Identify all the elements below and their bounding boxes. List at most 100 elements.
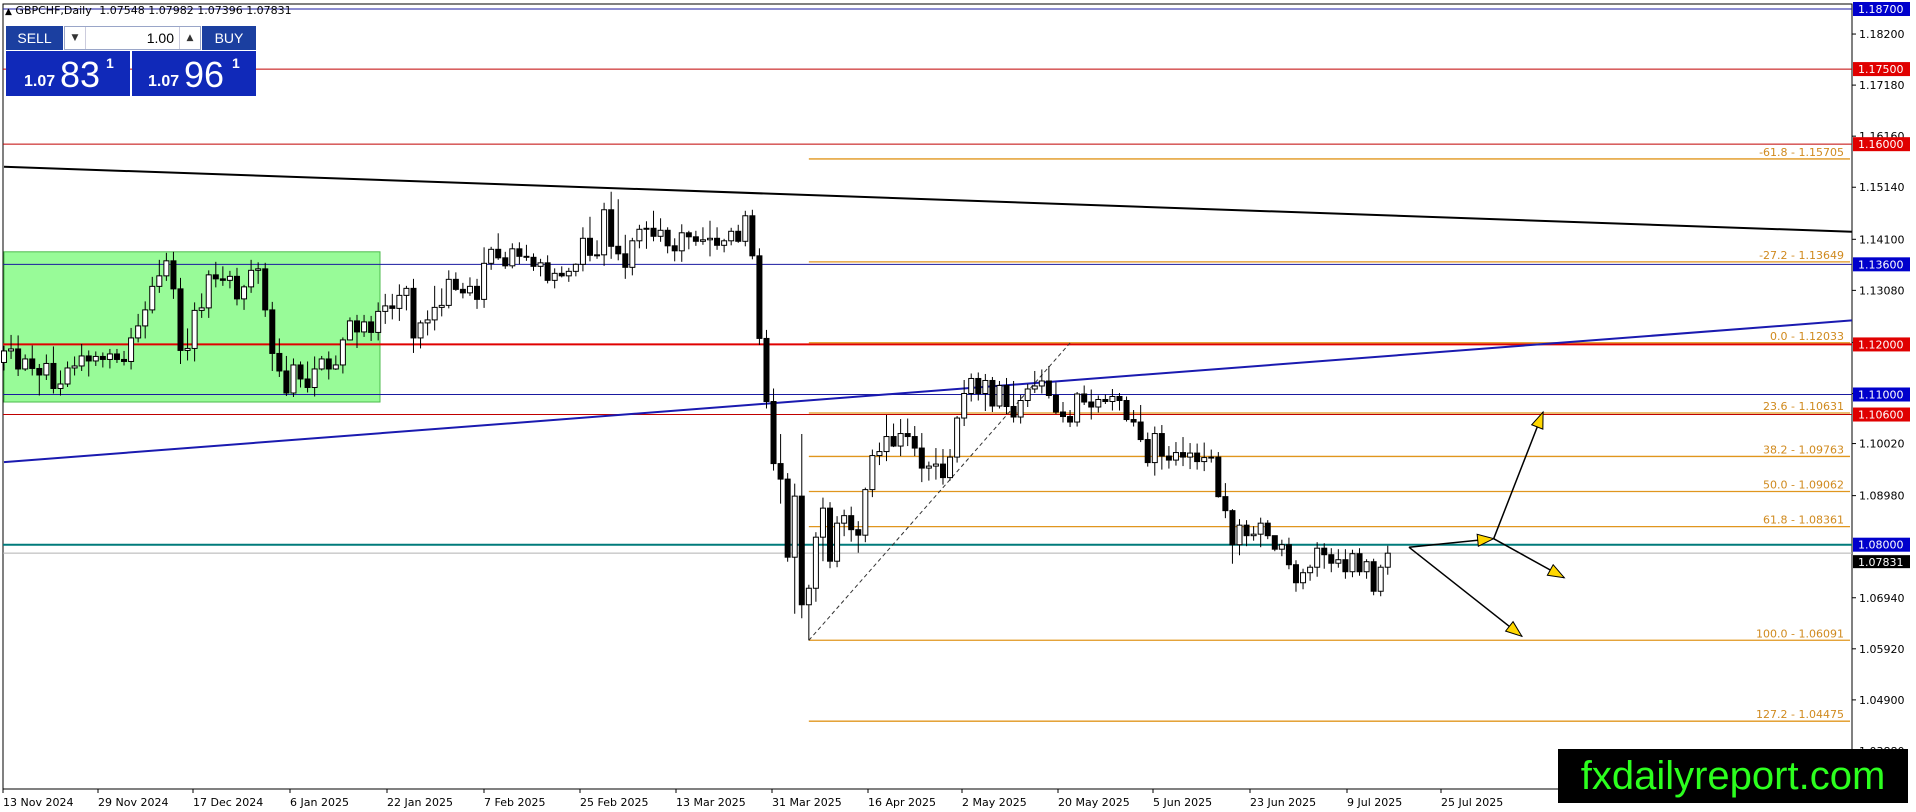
candle[interactable] xyxy=(424,310,431,336)
candle[interactable] xyxy=(784,473,791,562)
candle[interactable] xyxy=(1052,382,1059,415)
candle[interactable] xyxy=(346,317,353,341)
candle[interactable] xyxy=(1363,559,1370,579)
candle[interactable] xyxy=(714,227,721,250)
candle[interactable] xyxy=(932,448,939,480)
lot-decrease-icon[interactable]: ▼ xyxy=(65,27,86,49)
candle[interactable] xyxy=(742,210,749,247)
candle[interactable] xyxy=(509,243,516,269)
candle[interactable] xyxy=(1314,542,1321,577)
candle[interactable] xyxy=(848,506,855,542)
candle[interactable] xyxy=(812,532,819,602)
candle[interactable] xyxy=(572,263,579,277)
candle[interactable] xyxy=(643,221,650,249)
candle[interactable] xyxy=(1074,391,1081,427)
candle[interactable] xyxy=(594,240,601,259)
collapse-triangle-icon[interactable]: ▲ xyxy=(5,7,12,17)
candle[interactable] xyxy=(1384,545,1391,575)
buy-price-box[interactable]: 1.07 96 1 xyxy=(132,51,256,96)
candle[interactable] xyxy=(897,419,904,457)
candle[interactable] xyxy=(629,237,636,276)
candle[interactable] xyxy=(777,434,784,504)
lot-increase-icon[interactable]: ▲ xyxy=(179,27,200,49)
candle[interactable] xyxy=(558,266,565,278)
candle[interactable] xyxy=(699,227,706,245)
candle[interactable] xyxy=(657,218,664,242)
candle[interactable] xyxy=(459,282,466,299)
candle[interactable] xyxy=(671,238,678,262)
candle[interactable] xyxy=(1109,388,1116,411)
candle[interactable] xyxy=(1271,535,1278,552)
candle[interactable] xyxy=(1158,425,1165,470)
candle[interactable] xyxy=(692,230,699,246)
candle[interactable] xyxy=(622,234,629,279)
sell-button[interactable]: SELL xyxy=(6,26,63,50)
candle[interactable] xyxy=(636,224,643,249)
candle[interactable] xyxy=(989,376,996,413)
price-chart[interactable]: -61.8 - 1.15705 -27.2 - 1.13649 0.0 - 1.12… xyxy=(0,0,1916,812)
candle[interactable] xyxy=(1045,365,1052,399)
buy-button[interactable]: BUY xyxy=(202,26,256,50)
candle[interactable] xyxy=(1335,549,1342,568)
candle[interactable] xyxy=(1151,426,1158,476)
candle[interactable] xyxy=(396,284,403,321)
candle[interactable] xyxy=(876,442,883,466)
candle[interactable] xyxy=(1088,389,1095,420)
candle[interactable] xyxy=(728,227,735,246)
candle[interactable] xyxy=(904,418,911,447)
candle[interactable] xyxy=(975,372,982,401)
candle[interactable] xyxy=(452,272,459,291)
candle[interactable] xyxy=(1377,564,1384,597)
candle[interactable] xyxy=(961,379,968,427)
candle[interactable] xyxy=(756,248,763,345)
candle[interactable] xyxy=(1370,558,1377,596)
candle[interactable] xyxy=(707,220,713,257)
candle[interactable] xyxy=(918,433,925,483)
candle[interactable] xyxy=(481,247,488,308)
candle[interactable] xyxy=(523,244,530,261)
candle[interactable] xyxy=(939,449,946,485)
candle[interactable] xyxy=(1144,432,1151,467)
candle[interactable] xyxy=(1024,383,1031,408)
candle[interactable] xyxy=(1187,443,1194,470)
candle[interactable] xyxy=(1194,443,1201,470)
candle[interactable] xyxy=(1292,560,1299,592)
candle[interactable] xyxy=(1278,539,1285,557)
candle[interactable] xyxy=(721,238,728,253)
candle[interactable] xyxy=(1328,548,1335,573)
candle[interactable] xyxy=(544,255,551,284)
candle[interactable] xyxy=(1243,520,1250,547)
candle[interactable] xyxy=(1172,442,1179,466)
candle[interactable] xyxy=(1307,564,1314,581)
candle[interactable] xyxy=(1180,437,1187,467)
lot-size-stepper[interactable]: ▼ 1.00 ▲ xyxy=(64,26,201,50)
candle[interactable] xyxy=(537,258,544,277)
candle[interactable] xyxy=(389,293,396,320)
candle[interactable] xyxy=(1017,394,1024,424)
candle[interactable] xyxy=(488,246,495,270)
candle[interactable] xyxy=(805,584,812,641)
candle[interactable] xyxy=(1300,568,1307,590)
candle[interactable] xyxy=(855,521,862,553)
candle[interactable] xyxy=(770,388,777,471)
forecast-arrow-line[interactable] xyxy=(1408,546,1523,637)
candle[interactable] xyxy=(819,497,826,562)
candle[interactable] xyxy=(1250,526,1257,541)
candle[interactable] xyxy=(1321,543,1328,569)
candle[interactable] xyxy=(403,285,410,311)
candle[interactable] xyxy=(735,224,742,243)
candle[interactable] xyxy=(1236,519,1243,556)
candle[interactable] xyxy=(1285,537,1292,570)
candle[interactable] xyxy=(841,509,848,537)
candle[interactable] xyxy=(1229,509,1236,564)
candle[interactable] xyxy=(1102,394,1109,405)
candle[interactable] xyxy=(1081,385,1088,406)
candle[interactable] xyxy=(1215,452,1222,498)
candle[interactable] xyxy=(968,373,975,402)
candle[interactable] xyxy=(1123,396,1130,422)
candle[interactable] xyxy=(516,242,523,265)
candle[interactable] xyxy=(1257,517,1264,548)
candle[interactable] xyxy=(1038,369,1045,394)
candle[interactable] xyxy=(954,416,961,463)
candle[interactable] xyxy=(530,253,537,271)
